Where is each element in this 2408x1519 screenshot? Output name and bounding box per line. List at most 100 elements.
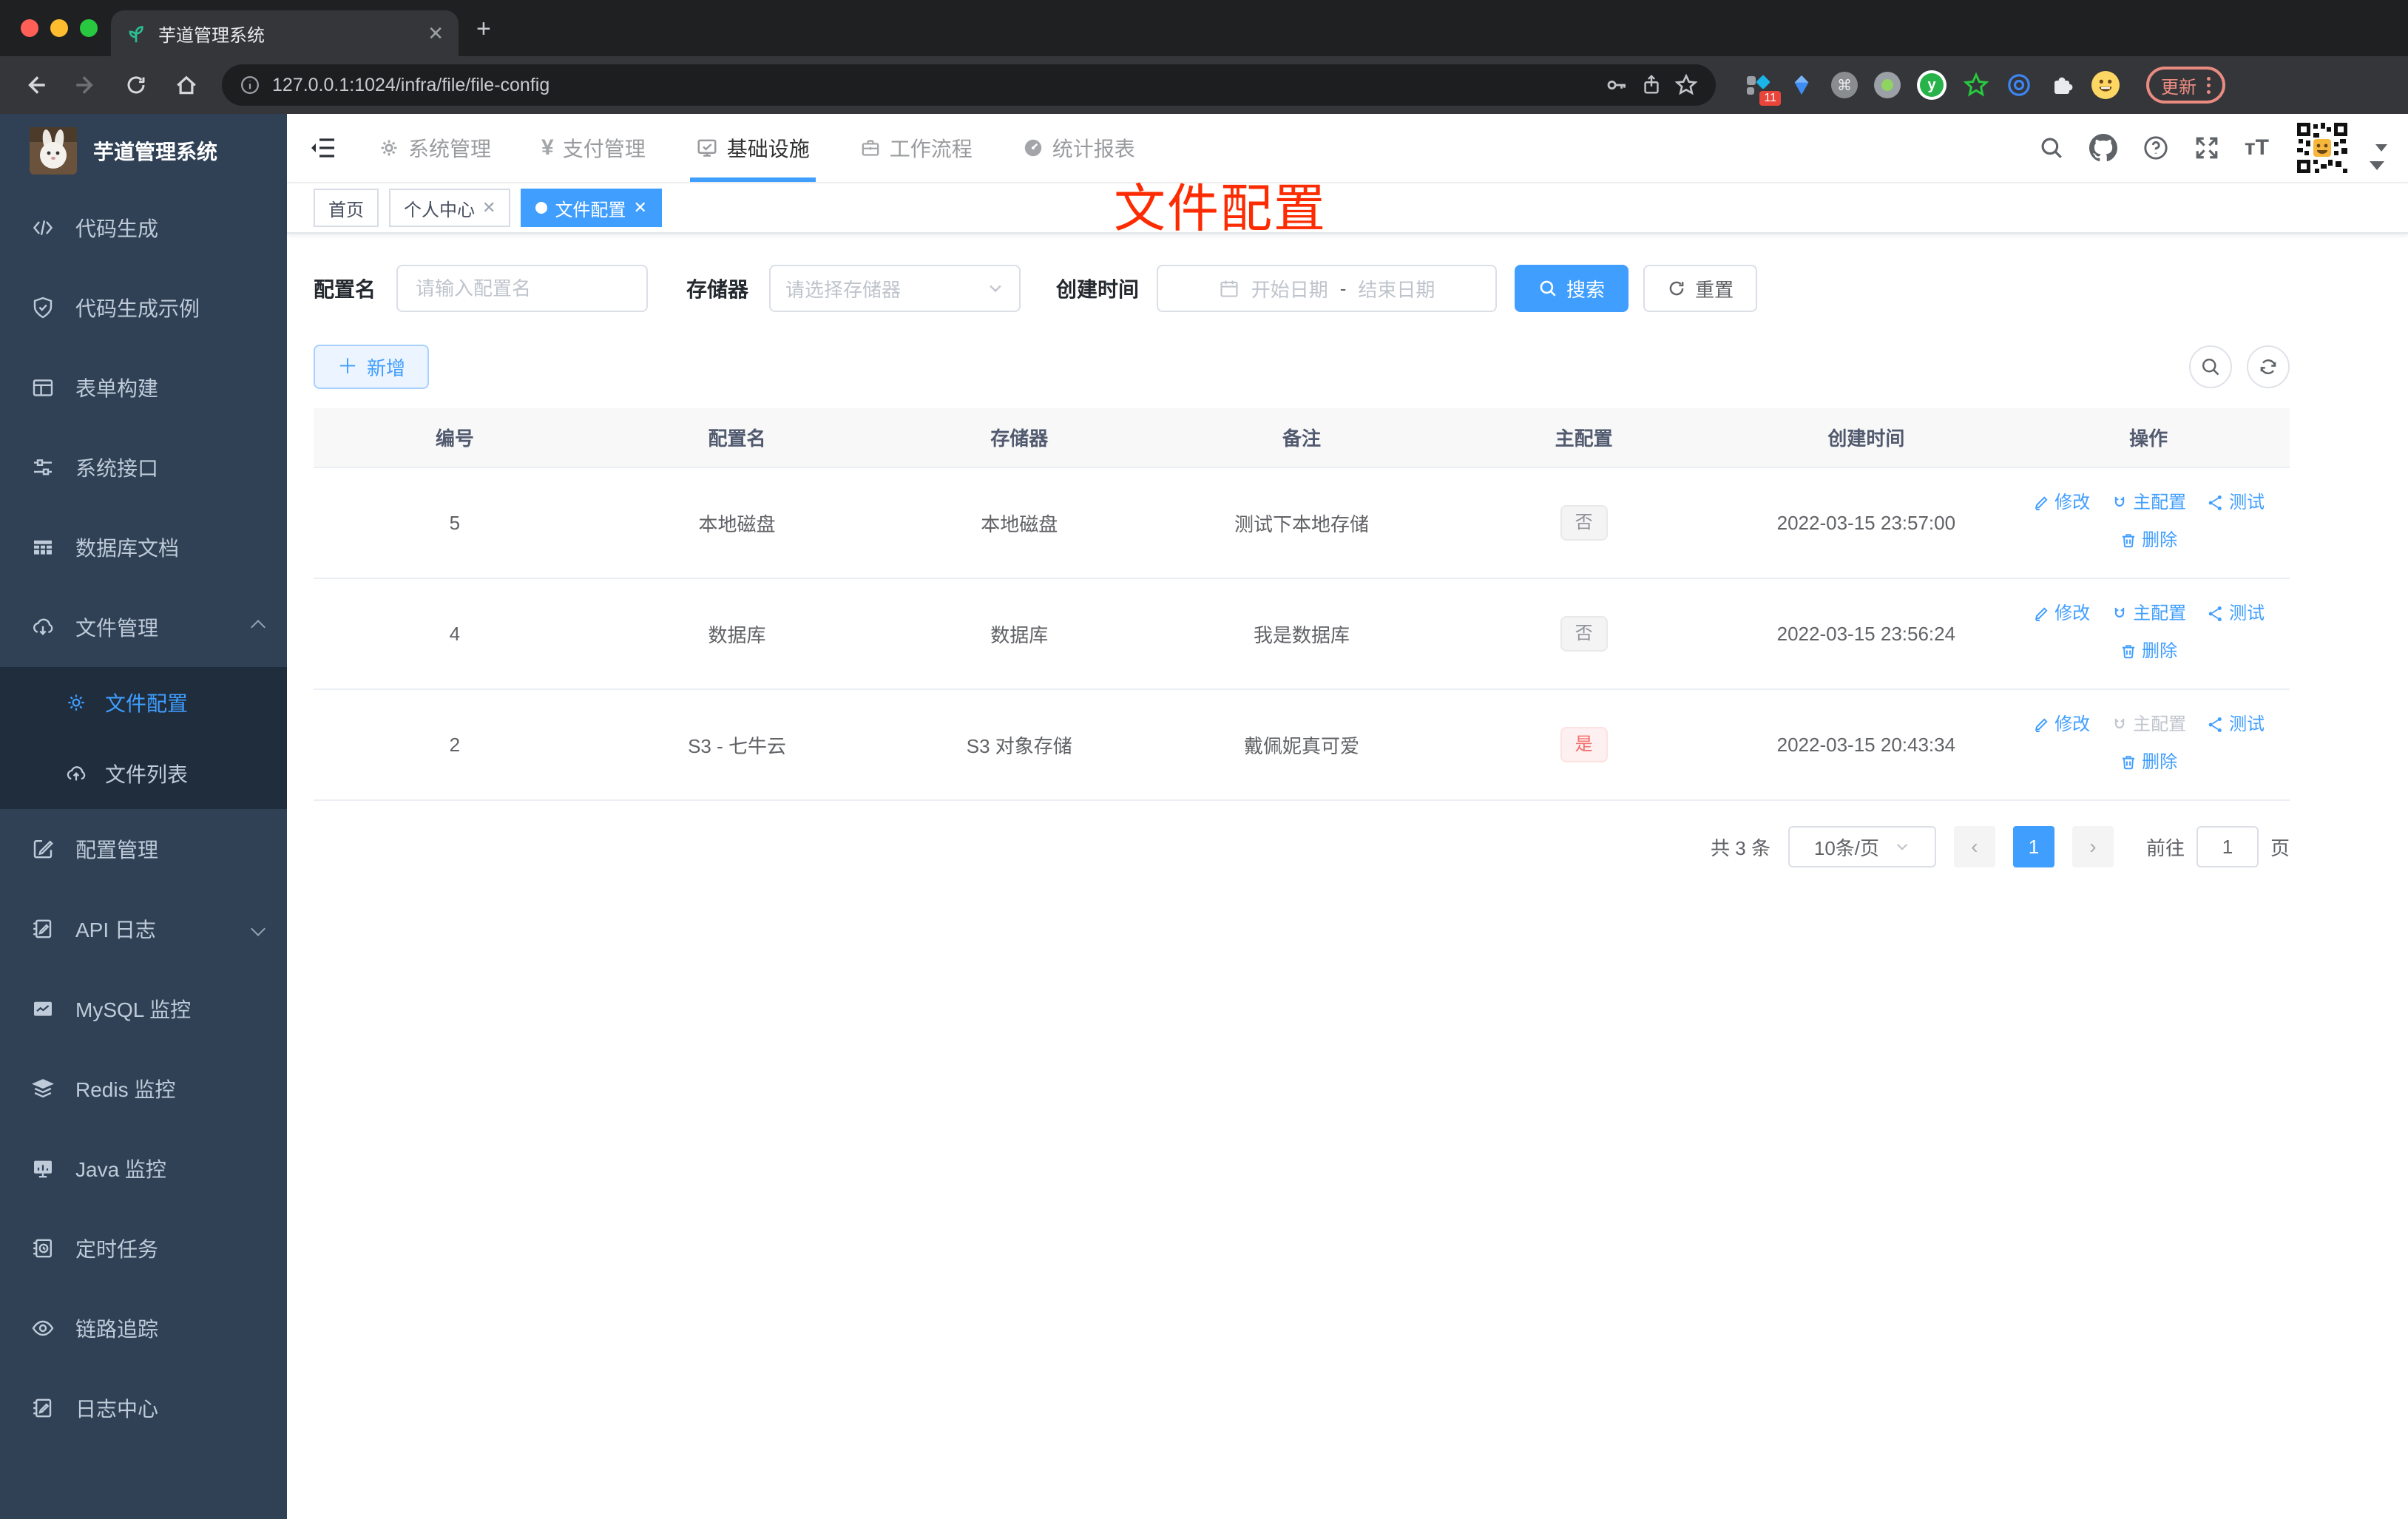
test-link[interactable]: 测试: [2207, 596, 2265, 632]
sidebar-item-db-doc[interactable]: 数据库文档: [0, 507, 287, 587]
tag-file-config[interactable]: 文件配置 ✕: [521, 189, 662, 227]
chevron-down-icon: [990, 285, 1001, 293]
search-icon[interactable]: [2039, 135, 2064, 160]
ext-emoji-icon[interactable]: [2091, 71, 2120, 99]
share-nodes-icon: [2208, 495, 2222, 511]
storage-select[interactable]: 请选择存储器: [769, 265, 1021, 312]
tab-title: 芋道管理系统: [158, 25, 265, 46]
sidebar-item-code-gen[interactable]: 代码生成: [0, 188, 287, 268]
layers-icon: [31, 1077, 55, 1100]
avatar-qr[interactable]: [2294, 120, 2350, 176]
ext-y-icon[interactable]: y: [1917, 70, 1947, 100]
ext-star-icon[interactable]: [1963, 72, 1989, 98]
test-link[interactable]: 测试: [2207, 707, 2265, 742]
master-badge: 是: [1560, 727, 1608, 762]
next-page-button[interactable]: ›: [2072, 826, 2114, 867]
add-button[interactable]: ＋ 新增: [314, 345, 430, 389]
fullscreen-icon[interactable]: [2194, 135, 2219, 160]
config-name-input[interactable]: [396, 265, 649, 312]
ext-tag-icon[interactable]: 11: [1745, 72, 1781, 106]
refresh-table-button[interactable]: [2247, 345, 2290, 388]
tag-personal-center[interactable]: 个人中心 ✕: [389, 189, 511, 227]
tag-close-icon[interactable]: ✕: [482, 198, 496, 217]
ext-command-icon[interactable]: ⌘: [1831, 72, 1858, 98]
reset-button[interactable]: 重置: [1643, 265, 1758, 312]
forward-icon[interactable]: [65, 64, 106, 106]
home-icon[interactable]: [166, 64, 207, 106]
edit-link[interactable]: 修改: [2032, 485, 2090, 521]
sidebar-item-java-monitor[interactable]: Java 监控: [0, 1129, 287, 1208]
log-edit-icon: [31, 1396, 55, 1420]
new-tab-button[interactable]: +: [476, 16, 491, 41]
tab-close-icon[interactable]: ✕: [427, 22, 444, 45]
sidebar-item-log-center[interactable]: 日志中心: [0, 1368, 287, 1448]
prev-page-button[interactable]: ‹: [1953, 826, 1995, 867]
sidebar-item-system-api[interactable]: 系统接口: [0, 427, 287, 507]
sidebar-item-tracing[interactable]: 链路追踪: [0, 1288, 287, 1368]
log-edit-icon: [31, 917, 55, 941]
delete-link[interactable]: 删除: [2120, 634, 2177, 669]
sidebar-item-code-demo[interactable]: 代码生成示例: [0, 268, 287, 348]
maximize-window-button[interactable]: [80, 19, 98, 37]
chrome-update-button[interactable]: 更新: [2146, 67, 2225, 104]
app-logo[interactable]: 芋道管理系统: [0, 114, 287, 188]
sidebar-item-redis-monitor[interactable]: Redis 监控: [0, 1049, 287, 1129]
ext-eye-icon[interactable]: [2006, 72, 2032, 98]
back-icon[interactable]: [15, 64, 56, 106]
sidebar-item-scheduled-jobs[interactable]: 定时任务: [0, 1208, 287, 1288]
master-link-disabled[interactable]: 主配置: [2111, 707, 2186, 742]
tag-home[interactable]: 首页: [314, 189, 379, 227]
browser-tab[interactable]: 芋道管理系统 ✕: [111, 10, 459, 56]
nav-item-workflow[interactable]: 工作流程: [854, 114, 978, 182]
bookmark-star-icon[interactable]: [1674, 73, 1698, 97]
col-storage: 存储器: [878, 408, 1161, 468]
sidebar-item-api-log[interactable]: API 日志: [0, 889, 287, 969]
tag-close-icon[interactable]: ✕: [633, 198, 646, 217]
minimize-window-button[interactable]: [50, 19, 68, 37]
date-range-picker[interactable]: 开始日期 - 结束日期: [1157, 265, 1498, 312]
page-size-select[interactable]: 10条/页: [1788, 826, 1936, 867]
site-info-icon[interactable]: [240, 75, 260, 95]
address-bar[interactable]: 127.0.0.1:1024/infra/file/file-config: [222, 64, 1716, 106]
password-key-icon[interactable]: [1605, 73, 1629, 97]
master-link[interactable]: 主配置: [2111, 485, 2186, 521]
sidebar-item-config-manage[interactable]: 配置管理: [0, 809, 287, 889]
sidebar-item-file-manage[interactable]: 文件管理: [0, 587, 287, 667]
gear-icon: [65, 691, 87, 714]
collapse-caret-icon[interactable]: [2370, 161, 2384, 170]
nav-item-payment[interactable]: ¥ 支付管理: [535, 114, 652, 182]
goto-page-input[interactable]: [2196, 826, 2259, 867]
github-icon[interactable]: [2089, 134, 2117, 162]
ext-record-icon[interactable]: [1874, 72, 1901, 98]
help-icon[interactable]: [2142, 135, 2169, 161]
search-button[interactable]: 搜索: [1515, 265, 1629, 312]
current-page-button[interactable]: 1: [2012, 826, 2054, 867]
col-master: 主配置: [1442, 408, 1725, 468]
window-controls[interactable]: [21, 19, 98, 37]
sidebar-item-mysql-monitor[interactable]: MySQL 监控: [0, 969, 287, 1049]
share-icon[interactable]: [1640, 74, 1663, 96]
sidebar-item-form-builder[interactable]: 表单构建: [0, 348, 287, 427]
ext-puzzle-icon[interactable]: [2049, 72, 2075, 98]
sidebar-item-file-config[interactable]: 文件配置: [0, 667, 287, 738]
browser-menu-icon[interactable]: [2207, 76, 2211, 94]
font-size-icon[interactable]: ᴛT: [2245, 135, 2269, 160]
toggle-search-button[interactable]: [2189, 345, 2232, 388]
reload-icon[interactable]: [115, 64, 157, 106]
nav-item-reports[interactable]: 统计报表: [1017, 114, 1141, 182]
avatar-caret-icon[interactable]: [2375, 144, 2387, 152]
delete-link[interactable]: 删除: [2120, 523, 2177, 558]
close-window-button[interactable]: [21, 19, 38, 37]
edit-link[interactable]: 修改: [2032, 596, 2090, 632]
nav-item-infrastructure[interactable]: 基础设施: [689, 114, 816, 182]
master-link[interactable]: 主配置: [2111, 596, 2186, 632]
trash-icon: [2123, 645, 2135, 659]
test-link[interactable]: 测试: [2207, 485, 2265, 521]
sidebar-collapse-button[interactable]: [308, 133, 337, 163]
sidebar-item-file-list[interactable]: 文件列表: [0, 738, 287, 809]
ext-gem-icon[interactable]: [1788, 72, 1815, 98]
toolbar-icons: [2189, 345, 2290, 388]
nav-item-system[interactable]: 系统管理: [373, 114, 497, 182]
edit-link[interactable]: 修改: [2032, 707, 2090, 742]
delete-link[interactable]: 删除: [2120, 745, 2177, 780]
